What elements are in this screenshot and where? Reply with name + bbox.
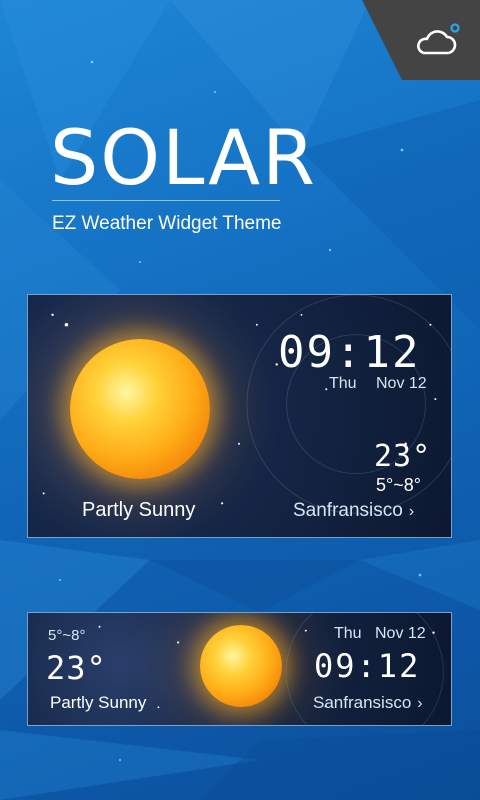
temperature-range: 5°~8° — [376, 475, 421, 495]
condition-label: Partly Sunny — [50, 693, 147, 712]
cloud-icon[interactable] — [414, 20, 462, 60]
title-divider — [52, 200, 280, 201]
clock-time: 09:12 — [278, 327, 421, 378]
date-label: Nov 12 — [375, 625, 426, 642]
sun-image — [200, 625, 282, 707]
location-label: Sanfransisco — [293, 500, 403, 521]
temperature-value: 23° — [374, 439, 432, 474]
location-link[interactable]: Sanfransisco › — [293, 500, 414, 522]
weather-widget-large[interactable]: 09:12 Thu Nov 12 23° 5°~8° Partly Sunny … — [27, 294, 452, 538]
app-title: SOLAR — [50, 113, 317, 202]
chevron-right-icon: › — [408, 503, 415, 520]
condition-label: Partly Sunny — [82, 499, 196, 521]
temperature-value: 23° — [46, 649, 107, 687]
date-label: Nov 12 — [376, 375, 427, 392]
location-label: Sanfransisco — [313, 693, 412, 712]
sun-image — [70, 339, 210, 479]
day-label: Thu — [334, 625, 362, 642]
weather-widget-small[interactable]: 5°~8° 23° Partly Sunny Thu Nov 12 09:12 … — [27, 612, 452, 726]
temperature-range: 5°~8° — [48, 627, 86, 644]
chevron-right-icon: › — [417, 695, 423, 712]
app-subtitle: EZ Weather Widget Theme — [52, 213, 282, 234]
location-link[interactable]: Sanfransisco › — [313, 693, 423, 713]
day-label: Thu — [329, 375, 357, 392]
clock-time: 09:12 — [314, 647, 421, 685]
